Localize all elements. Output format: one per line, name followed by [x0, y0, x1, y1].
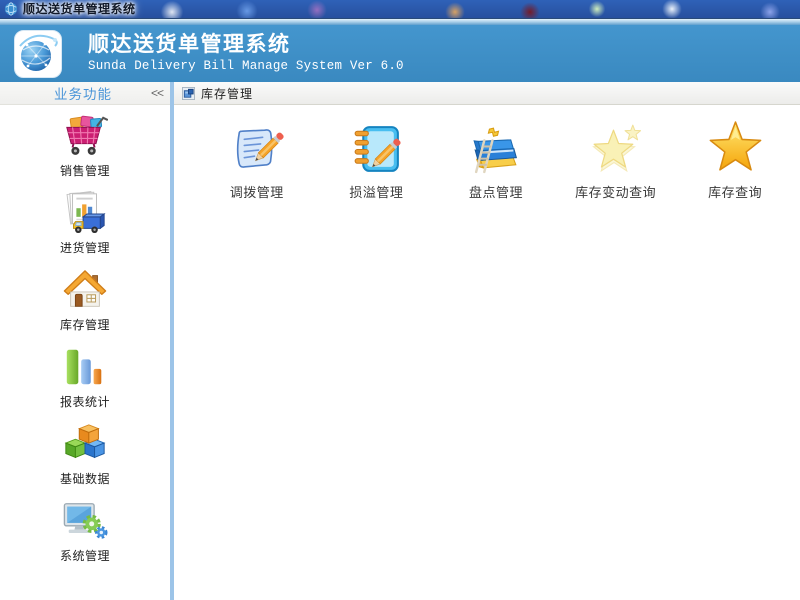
- main-item-label: 损溢管理: [349, 182, 403, 201]
- inventory-panel: 调拨管理: [174, 105, 800, 201]
- sidebar-item-label: 库存管理: [60, 316, 110, 333]
- window-title: 顺达送货单管理系统: [23, 0, 136, 18]
- sidebar-item-sales[interactable]: 销售管理: [25, 113, 145, 190]
- sidebar-item-label: 系统管理: [60, 547, 110, 564]
- main-item-stock-change-query[interactable]: 库存变动查询: [561, 120, 671, 201]
- tab-bar: 库存管理: [174, 82, 800, 105]
- sidebar-title: 业务功能: [0, 83, 144, 103]
- main-item-label: 库存查询: [708, 182, 762, 201]
- app-header: 顺达送货单管理系统 Sunda Delivery Bill Manage Sys…: [0, 25, 800, 82]
- globe-network-logo-icon: [14, 30, 62, 78]
- tab-inventory-management[interactable]: 库存管理: [174, 82, 263, 104]
- globe-icon: [4, 2, 18, 16]
- titlebar-glass-edge: [0, 18, 800, 25]
- collapse-sidebar-button[interactable]: <<: [144, 86, 170, 100]
- main-item-label: 盘点管理: [469, 182, 523, 201]
- pale-stars-icon: [587, 120, 644, 177]
- gold-star-icon: [707, 120, 764, 177]
- sidebar-items: 销售管理: [0, 105, 170, 575]
- shopping-cart-icon: [62, 113, 108, 159]
- sidebar-item-label: 进货管理: [60, 239, 110, 256]
- window-titlebar[interactable]: 顺达送货单管理系统: [0, 0, 800, 18]
- sidebar: 业务功能 << 销售管: [0, 82, 170, 600]
- main-item-transfer-management[interactable]: 调拨管理: [202, 120, 312, 201]
- header-subtitle: Sunda Delivery Bill Manage System Ver 6.…: [88, 58, 404, 75]
- tab-label: 库存管理: [201, 85, 253, 102]
- sidebar-item-inventory[interactable]: 库存管理: [25, 267, 145, 344]
- sidebar-header: 业务功能 <<: [0, 82, 170, 105]
- books-ladder-icon: [467, 120, 524, 177]
- main-item-label: 库存变动查询: [575, 182, 656, 201]
- window-icon: [182, 87, 195, 100]
- blocks-icon: [62, 421, 108, 467]
- sidebar-item-label: 报表统计: [60, 393, 110, 410]
- sidebar-item-label: 销售管理: [60, 162, 110, 179]
- main-area: 库存管理: [174, 82, 800, 600]
- bar-chart-icon: [62, 344, 108, 390]
- main-item-stock-query[interactable]: 库存查询: [680, 120, 790, 201]
- main-item-loss-overflow-management[interactable]: 损溢管理: [322, 120, 432, 201]
- house-icon: [62, 267, 108, 313]
- header-text: 顺达送货单管理系统 Sunda Delivery Bill Manage Sys…: [88, 32, 404, 75]
- truck-documents-icon: [62, 190, 108, 236]
- computer-gears-icon: [62, 498, 108, 544]
- main-item-stocktake-management[interactable]: 盘点管理: [441, 120, 551, 201]
- sidebar-item-purchase[interactable]: 进货管理: [25, 190, 145, 267]
- notebook-pencil-icon: [348, 120, 405, 177]
- app-window: 顺达送货单管理系统: [0, 0, 800, 600]
- header-title: 顺达送货单管理系统: [88, 32, 404, 58]
- main-item-label: 调拨管理: [230, 182, 284, 201]
- sidebar-item-basedata[interactable]: 基础数据: [25, 421, 145, 498]
- sidebar-item-system[interactable]: 系统管理: [25, 498, 145, 575]
- sidebar-item-label: 基础数据: [60, 470, 110, 487]
- note-pencil-icon: [228, 120, 285, 177]
- sidebar-item-reports[interactable]: 报表统计: [25, 344, 145, 421]
